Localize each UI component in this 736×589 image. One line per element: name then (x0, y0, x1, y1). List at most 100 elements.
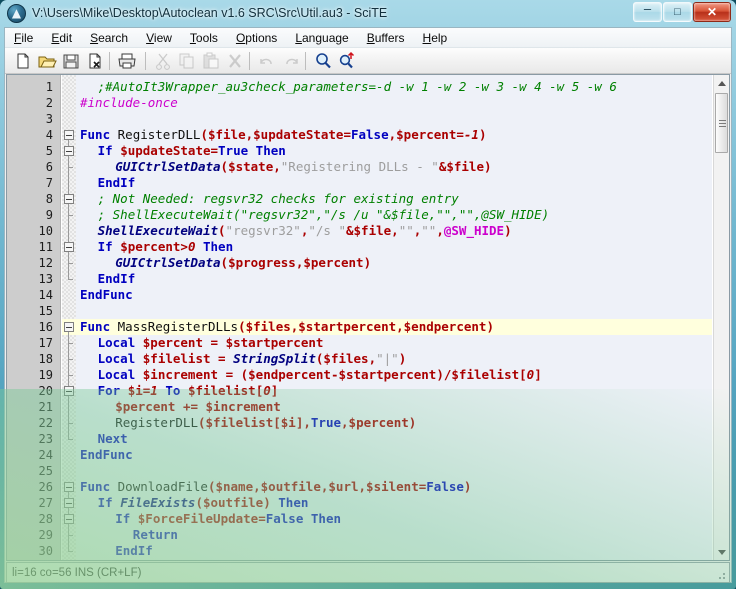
scroll-down-button[interactable] (714, 544, 729, 560)
editor-pane[interactable]: 1 2 3 4 5 6 7 8 9 10 11 12 13 14 15 16 17 18 19 20 21 22 23 24 2… (6, 74, 730, 561)
resize-grip-icon[interactable] (715, 569, 727, 581)
close-file-icon[interactable] (85, 51, 105, 71)
code-line[interactable]: EndIf (76, 175, 712, 191)
code-line[interactable]: Local $increment = ($endpercent-$startpe… (76, 367, 712, 383)
fold-tick (68, 215, 73, 216)
menu-item-search[interactable]: Search (81, 28, 137, 48)
menu-item-help[interactable]: Help (414, 28, 457, 48)
code-token: )/ (436, 367, 452, 382)
code-token: , (396, 319, 404, 334)
new-file-icon[interactable] (13, 51, 33, 71)
code-token: , (368, 351, 377, 366)
maximize-button[interactable]: □ (663, 2, 692, 22)
code-line[interactable]: ; ShellExecuteWait("regsvr32","/s /u "&$… (76, 207, 712, 223)
code-line[interactable]: ShellExecuteWait("regsvr32", "/s "&$file,… (76, 223, 712, 239)
code-line[interactable] (76, 463, 712, 479)
code-line[interactable]: If $ForceFileUpdate=False Then (76, 511, 712, 527)
code-text-area[interactable]: ;#AutoIt3Wrapper_au3check_parameters=-d … (76, 75, 712, 560)
code-line[interactable]: Func DownloadFile($name,$outfile,$url,$s… (76, 479, 712, 495)
code-token: $filelist (142, 351, 211, 366)
code-line[interactable]: EndIf (76, 543, 712, 559)
fold-toggle-icon[interactable] (64, 194, 74, 204)
code-token: EndIf (115, 543, 153, 558)
line-number: 13 (38, 272, 53, 286)
code-line[interactable]: Return (76, 527, 712, 543)
code-token: ) (363, 255, 372, 270)
code-line[interactable]: GUICtrlSetData($state,"Registering DLLs … (76, 159, 712, 175)
thumb-grip-line (719, 123, 726, 124)
code-line[interactable]: For $i=1 To $filelist[0] (76, 383, 712, 399)
line-number: 18 (38, 352, 53, 366)
code-line[interactable] (76, 303, 712, 319)
code-line[interactable]: EndIf (76, 271, 712, 287)
close-button[interactable]: ✕ (693, 2, 731, 22)
code-token: ] (270, 383, 279, 398)
scroll-up-button[interactable] (714, 75, 729, 91)
code-token: , (358, 479, 367, 494)
fold-toggle-icon[interactable] (64, 146, 74, 156)
code-line[interactable]: RegisterDLL($filelist[$i],True,$percent) (76, 415, 712, 431)
open-file-icon[interactable] (37, 51, 57, 71)
title-bar[interactable]: ▲ V:\Users\Mike\Desktop\Autoclean v1.6 S… (0, 0, 736, 27)
code-token: -1 (463, 127, 479, 142)
code-line[interactable]: If $percent>0 Then (76, 239, 712, 255)
scrollbar-thumb[interactable] (715, 93, 728, 153)
minimize-button[interactable]: – (633, 1, 662, 22)
vertical-scrollbar[interactable] (713, 75, 729, 560)
find-icon[interactable] (313, 51, 333, 71)
code-token: ( (220, 255, 229, 270)
code-line[interactable]: If $updateState=True Then (76, 143, 712, 159)
code-token: = (210, 335, 219, 350)
code-line[interactable] (76, 111, 712, 127)
code-line[interactable]: EndFunc (76, 447, 712, 463)
line-number: 17 (38, 336, 53, 350)
code-line[interactable]: #include-once (76, 95, 712, 111)
fold-toggle-icon[interactable] (64, 130, 74, 140)
code-line[interactable]: Local $percent = $startpercent (76, 335, 712, 351)
replace-icon[interactable] (337, 51, 357, 71)
menu-item-options[interactable]: Options (227, 28, 286, 48)
menu-item-buffers[interactable]: Buffers (358, 28, 414, 48)
menu-accel-help: H (422, 31, 432, 45)
fold-toggle-icon[interactable] (64, 386, 74, 396)
code-token: $file (446, 159, 484, 174)
code-line[interactable]: $percent += $increment (76, 399, 712, 415)
code-token: "" (398, 223, 414, 238)
menu-item-view[interactable]: View (137, 28, 181, 48)
code-token: , (391, 223, 399, 238)
code-line[interactable]: Func RegisterDLL($file,$updateState=Fals… (76, 127, 712, 143)
fold-toggle-icon[interactable] (64, 514, 74, 524)
code-line[interactable]: GUICtrlSetData($progress,$percent) (76, 255, 712, 271)
fold-toggle-icon[interactable] (64, 482, 74, 492)
code-line[interactable]: EndFunc (76, 287, 712, 303)
code-line[interactable]: Local $filelist = StringSplit($files,"|"… (76, 351, 712, 367)
menu-item-language[interactable]: Language (286, 28, 357, 48)
code-line[interactable]: Next (76, 431, 712, 447)
fold-toggle-icon[interactable] (64, 242, 74, 252)
code-token: $outfile (202, 495, 264, 510)
close-icon: ✕ (706, 5, 718, 19)
code-line[interactable]: Func MassRegisterDLLs($files,$startperce… (76, 319, 712, 335)
toolbar-separator (109, 52, 110, 70)
code-line[interactable]: ;#AutoIt3Wrapper_au3check_parameters=-d … (76, 79, 712, 95)
tool-bar (5, 48, 731, 74)
menu-item-edit[interactable]: Edit (42, 28, 81, 48)
code-line[interactable]: ; Not Needed: regsvr32 checks for existi… (76, 191, 712, 207)
fold-toggle-icon[interactable] (64, 498, 74, 508)
fold-toggle-icon[interactable] (64, 322, 74, 332)
fold-margin[interactable] (62, 75, 76, 560)
line-number: 5 (45, 144, 53, 158)
print-icon[interactable] (117, 51, 137, 71)
code-token: , (253, 479, 261, 494)
code-token: $progress (228, 255, 296, 270)
code-token: ShellExecuteWait (97, 223, 219, 238)
code-token: $updateState (120, 143, 211, 158)
code-token: $percent (142, 335, 203, 350)
menu-item-file[interactable]: File (5, 28, 42, 48)
menu-item-tools[interactable]: Tools (181, 28, 227, 48)
code-line[interactable]: If FileExists($outfile) Then (76, 495, 712, 511)
save-file-icon[interactable] (61, 51, 81, 71)
code-token: $startpercent (298, 319, 397, 334)
menu-accel-buffers: B (366, 31, 375, 45)
